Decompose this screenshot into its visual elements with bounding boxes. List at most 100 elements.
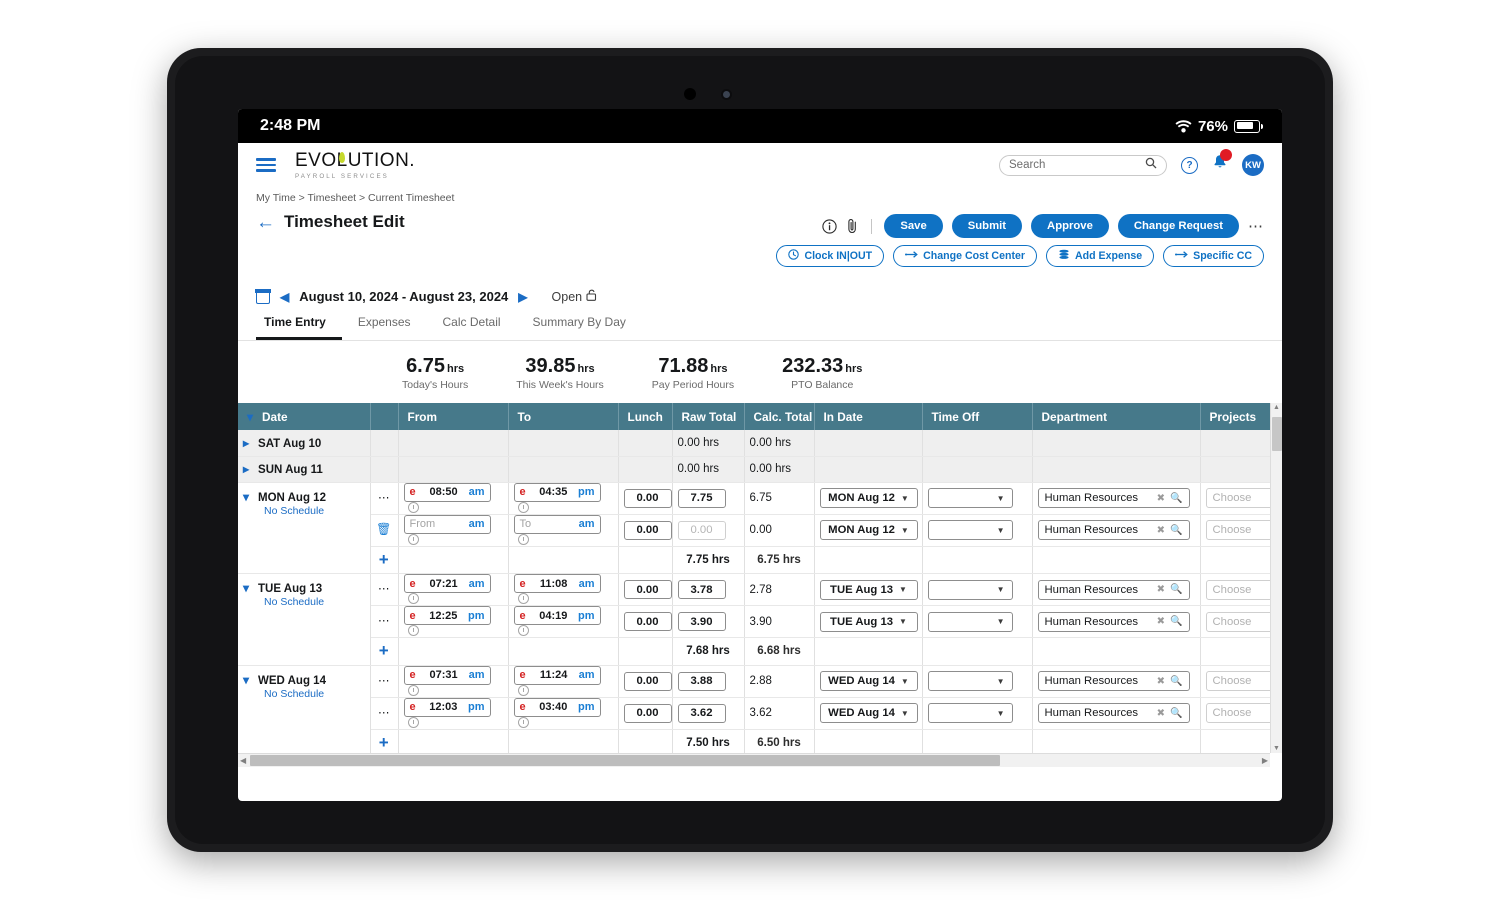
time-input[interactable]: e12:03pm [404,698,491,717]
prev-period-button[interactable]: ◀ [280,290,289,304]
raw-total-input[interactable]: 3.88 [678,672,726,691]
plus-icon[interactable]: + [379,733,389,752]
department-cell[interactable]: Human Resources✖🔍 [1032,482,1200,514]
add-expense-button[interactable]: Add Expense [1046,245,1154,267]
bell-icon[interactable] [1212,154,1228,176]
from-cell[interactable]: e12:25pm [398,606,508,638]
in-date-cell[interactable]: WED Aug 14▼ [814,665,922,697]
table-row[interactable]: ⋯e12:25pme04:19pm0.003.903.90TUE Aug 13▼… [238,606,1270,638]
time-input[interactable]: e04:19pm [514,606,601,625]
table-row[interactable]: ▸SAT Aug 100.00 hrs0.00 hrs [238,430,1270,456]
lunch-cell[interactable]: 0.00 [618,665,672,697]
time-picker-icon[interactable] [408,685,419,696]
department-cell[interactable]: Human Resources✖🔍 [1032,574,1200,606]
day-date-cell[interactable]: ▸SAT Aug 10 [238,430,370,456]
in-date-select[interactable]: TUE Aug 13▼ [820,580,918,600]
hamburger-icon[interactable] [256,155,276,176]
search-icon[interactable] [1145,156,1157,174]
time-input[interactable]: Toam [514,515,601,534]
scroll-right-arrow-icon[interactable]: ▶ [1262,756,1268,765]
day-date-cell[interactable]: ▾TUE Aug 13No Schedule [238,574,370,666]
add-row-button[interactable]: + [370,638,398,666]
plus-icon[interactable]: + [379,641,389,660]
projects-cell[interactable]: Choose [1200,665,1270,697]
time-off-cell[interactable]: ▼ [922,574,1032,606]
column-header-department[interactable]: Department [1032,403,1200,430]
row-more-icon[interactable]: ⋯ [378,615,390,627]
row-more-icon[interactable]: ⋯ [378,707,390,719]
day-date-cell[interactable]: ▸SUN Aug 11 [238,456,370,482]
approve-button[interactable]: Approve [1031,214,1109,238]
horizontal-scroll-thumb[interactable] [250,755,1000,766]
time-input[interactable]: e07:31am [404,666,491,685]
vertical-scrollbar[interactable]: ▲ ▼ [1270,403,1282,753]
submit-button[interactable]: Submit [952,214,1022,238]
expand-icon[interactable]: ▸ [243,436,249,450]
table-row[interactable]: ▸SUN Aug 110.00 hrs0.00 hrs [238,456,1270,482]
change-cost-center-button[interactable]: Change Cost Center [893,245,1037,267]
row-menu-button[interactable]: ⋯ [370,665,398,697]
project-select[interactable]: Choose [1206,520,1271,540]
department-field[interactable]: Human Resources✖🔍 [1038,488,1190,508]
from-cell[interactable]: e07:31am [398,665,508,697]
column-header-projects[interactable]: Projects [1200,403,1270,430]
time-picker-icon[interactable] [518,593,529,604]
time-off-cell[interactable]: ▼ [922,482,1032,514]
lunch-input[interactable]: 0.00 [624,612,672,631]
lookup-icon[interactable]: 🔍 [1170,616,1182,627]
department-cell[interactable]: Human Resources✖🔍 [1032,665,1200,697]
row-menu-button[interactable]: ⋯ [370,574,398,606]
in-date-cell[interactable]: WED Aug 14▼ [814,697,922,729]
raw-total-cell[interactable]: 0.00 [672,514,744,546]
raw-total-cell[interactable]: 7.75 [672,482,744,514]
to-cell[interactable]: e11:08am [508,574,618,606]
clear-icon[interactable]: ✖ [1157,616,1165,627]
clear-icon[interactable]: ✖ [1157,525,1165,536]
lunch-cell[interactable]: 0.00 [618,514,672,546]
clear-icon[interactable]: ✖ [1157,676,1165,687]
time-picker-icon[interactable] [518,502,529,513]
in-date-cell[interactable]: TUE Aug 13▼ [814,574,922,606]
row-menu-button[interactable]: ⋯ [370,697,398,729]
department-cell[interactable]: Human Resources✖🔍 [1032,606,1200,638]
column-header-time-off[interactable]: Time Off [922,403,1032,430]
row-menu-button[interactable]: ⋯ [370,606,398,638]
lunch-cell[interactable]: 0.00 [618,697,672,729]
lookup-icon[interactable]: 🔍 [1170,525,1182,536]
time-picker-icon[interactable] [408,625,419,636]
vertical-scroll-thumb[interactable] [1272,417,1282,451]
scroll-left-arrow-icon[interactable]: ◀ [240,756,246,765]
time-off-cell[interactable]: ▼ [922,514,1032,546]
table-row[interactable]: ▾TUE Aug 13No Schedule⋯e07:21ame11:08am0… [238,574,1270,606]
to-cell[interactable]: Toam [508,514,618,546]
specific-cc-button[interactable]: Specific CC [1163,245,1264,267]
to-cell[interactable]: e11:24am [508,665,618,697]
lunch-input[interactable]: 0.00 [624,489,672,508]
avatar[interactable]: KW [1242,154,1264,176]
in-date-select[interactable]: MON Aug 12▼ [820,520,918,540]
time-input[interactable]: e04:35pm [514,483,601,502]
lunch-input[interactable]: 0.00 [624,580,672,599]
from-cell[interactable]: e12:03pm [398,697,508,729]
time-input[interactable]: e12:25pm [404,606,491,625]
plus-icon[interactable]: + [379,550,389,569]
to-cell[interactable]: e04:19pm [508,606,618,638]
time-picker-icon[interactable] [408,717,419,728]
from-cell[interactable]: e07:21am [398,574,508,606]
raw-total-input[interactable]: 0.00 [678,521,726,540]
time-picker-icon[interactable] [408,502,419,513]
table-row[interactable]: 🗑FromamToam0.000.000.00MON Aug 12▼▼Human… [238,514,1270,546]
save-button[interactable]: Save [884,214,942,238]
from-cell[interactable]: e08:50am [398,482,508,514]
column-header-from[interactable]: From [398,403,508,430]
add-row-button[interactable]: + [370,546,398,574]
column-header-lunch[interactable]: Lunch [618,403,672,430]
in-date-select[interactable]: MON Aug 12▼ [820,488,918,508]
to-cell[interactable]: e04:35pm [508,482,618,514]
department-field[interactable]: Human Resources✖🔍 [1038,671,1190,691]
project-select[interactable]: Choose [1206,488,1271,508]
delete-row-icon[interactable]: 🗑 [376,522,392,536]
time-picker-icon[interactable] [408,534,419,545]
clear-icon[interactable]: ✖ [1157,708,1165,719]
help-icon[interactable]: ? [1181,157,1198,174]
